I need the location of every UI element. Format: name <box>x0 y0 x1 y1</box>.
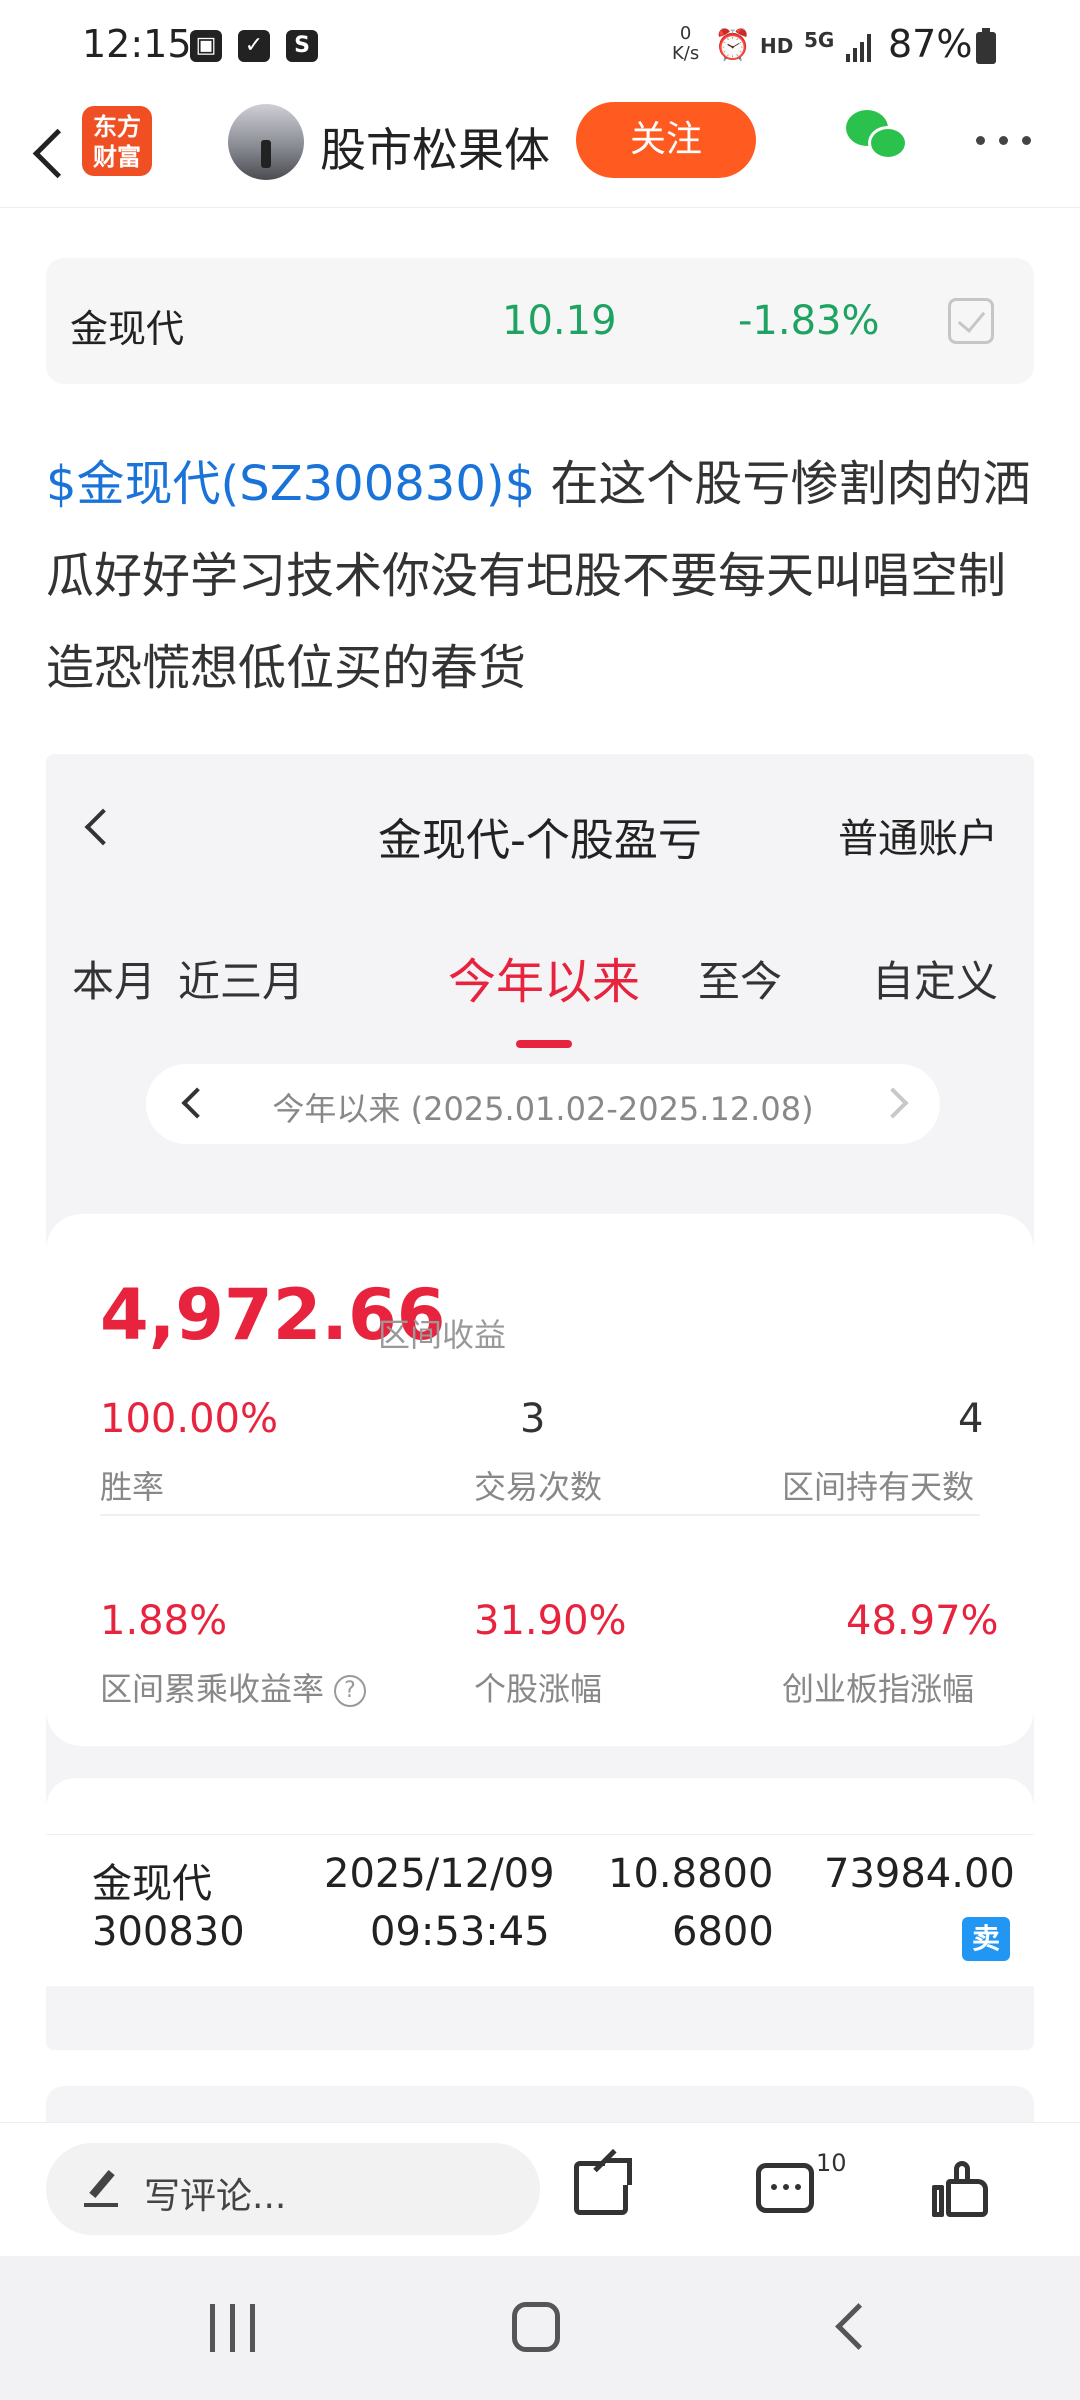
cumulative-return-label: 区间累乘收益率? <box>100 1664 367 1710</box>
embed-bottom-spacer <box>46 1986 1034 2050</box>
tab-this-month: 本月 <box>72 957 157 1006</box>
status-bar: 12:15 ▣ ✓ S 0 K/s ⏰ HD 5G 87% <box>0 0 1080 96</box>
chinext-gain-label: 创业板指涨幅 <box>782 1670 975 1708</box>
sell-badge: 卖 <box>962 1917 1010 1961</box>
trade-count-label: 交易次数 <box>474 1468 603 1506</box>
alarm-icon: ⏰ <box>714 28 752 63</box>
app-s-icon: S <box>286 30 318 62</box>
tab-until-now: 至今 <box>698 957 783 1006</box>
next-card-peek <box>46 2086 1034 2126</box>
trade-date: 2025/12/09 <box>324 1851 555 1897</box>
hd-icon: HD <box>760 34 794 58</box>
tab-three-months: 近三月 <box>178 957 305 1006</box>
comment-bar: 写评论... 10 <box>0 2122 1080 2256</box>
more-options-icon[interactable] <box>976 132 1032 148</box>
home-icon[interactable] <box>512 2302 560 2352</box>
win-rate-label: 胜率 <box>100 1468 165 1506</box>
range-profit-label: 区间收益 <box>378 1316 507 1354</box>
date-range-selector: 今年以来 (2025.01.02-2025.12.08) <box>146 1064 940 1144</box>
post-body: $金现代(SZ300830)$ 在这个股亏惨割肉的洒瓜好好学习技术你没有圯股不要… <box>46 438 1036 714</box>
stock-gain-value: 31.90% <box>474 1598 627 1644</box>
post-header: 东方 财富 股市松果体 关注 <box>0 96 1080 208</box>
win-rate-value: 100.00% <box>100 1396 278 1442</box>
trade-quantity: 6800 <box>672 1909 774 1955</box>
back-arrow-icon[interactable] <box>26 126 66 178</box>
embedded-account-type: 普通账户 <box>838 816 998 862</box>
date-range-text: 今年以来 (2025.01.02-2025.12.08) <box>272 1090 814 1128</box>
share-icon[interactable] <box>574 2158 632 2215</box>
checkbox-notification-icon: ✓ <box>238 30 270 62</box>
cumulative-return-value: 1.88% <box>100 1598 228 1644</box>
period-tabs: 本月 近三月 今年以来 至今 自定义 <box>46 948 1034 1038</box>
signal-icon <box>846 34 876 62</box>
holding-days-label: 区间持有天数 <box>782 1468 975 1506</box>
trade-price: 10.8800 <box>608 1851 774 1897</box>
trade-stock-name: 金现代 <box>92 1861 212 1907</box>
quote-stock-name: 金现代 <box>70 307 185 351</box>
author-avatar[interactable] <box>228 104 304 180</box>
trade-amount: 73984.00 <box>824 1851 1015 1897</box>
system-navigation-bar <box>0 2256 1080 2400</box>
quote-price: 10.19 <box>502 298 617 344</box>
embedded-profit-screenshot[interactable]: 金现代-个股盈亏 普通账户 本月 近三月 今年以来 至今 自定义 今年以来 (2… <box>46 754 1034 2050</box>
quote-change-percent: -1.83% <box>738 298 880 344</box>
comment-count: 10 <box>816 2149 847 2177</box>
battery-level: 87% <box>888 22 973 66</box>
stock-quote-card[interactable]: 金现代 10.19 -1.83% <box>46 258 1034 384</box>
comment-input[interactable]: 写评论... <box>46 2143 540 2235</box>
trade-stock-code: 300830 <box>92 1909 245 1955</box>
battery-icon <box>976 28 996 64</box>
system-back-icon[interactable] <box>830 2306 864 2346</box>
profit-stats-card: 4,972.66 区间收益 100.00% 胜率 3 交易次数 4 区间持有天数… <box>46 1214 1034 1746</box>
active-tab-indicator <box>516 1040 572 1048</box>
net-speed: 0 K/s <box>672 23 700 64</box>
gallery-icon: ▣ <box>190 30 222 62</box>
trade-count-value: 3 <box>520 1396 546 1442</box>
tab-custom: 自定义 <box>872 957 999 1006</box>
comment-icon[interactable] <box>756 2163 814 2213</box>
stats-divider <box>100 1514 980 1516</box>
add-watchlist-checkbox[interactable] <box>948 298 994 344</box>
recent-apps-icon[interactable] <box>210 2304 256 2352</box>
network-5g-icon: 5G <box>804 28 835 52</box>
status-time: 12:15 <box>82 22 192 66</box>
comment-placeholder: 写评论... <box>144 2176 287 2217</box>
stock-gain-label: 个股涨幅 <box>474 1670 603 1708</box>
eastmoney-logo: 东方 财富 <box>82 106 152 176</box>
trade-record-row: 金现代 300830 2025/12/09 09:53:45 10.8800 6… <box>46 1834 1034 1984</box>
wechat-share-icon[interactable] <box>846 110 910 166</box>
chinext-gain-value: 48.97% <box>846 1598 999 1644</box>
thumbs-up-icon[interactable] <box>932 2161 990 2217</box>
follow-button[interactable]: 关注 <box>576 102 756 178</box>
help-icon: ? <box>334 1675 367 1707</box>
pencil-icon <box>84 2169 120 2209</box>
tab-year-to-date: 今年以来 <box>448 954 641 1010</box>
holding-days-value: 4 <box>958 1396 984 1442</box>
chevron-right-icon <box>882 1088 906 1118</box>
stock-mention-link[interactable]: $金现代(SZ300830)$ <box>46 456 535 512</box>
author-name[interactable]: 股市松果体 <box>320 114 550 180</box>
trade-time: 09:53:45 <box>370 1909 550 1955</box>
